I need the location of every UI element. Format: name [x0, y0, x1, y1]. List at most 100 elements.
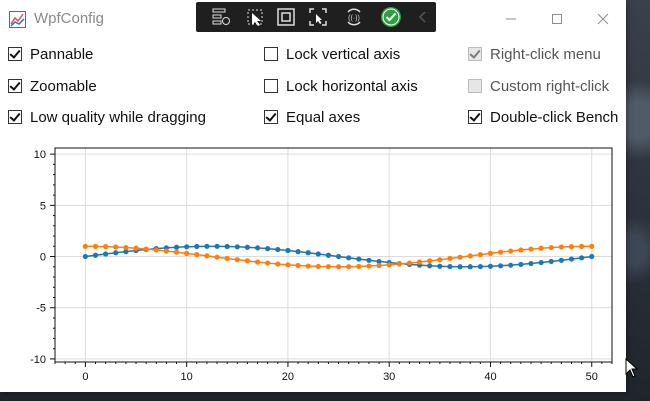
sin-data-point: [82, 253, 88, 260]
sin-data-point: [467, 264, 473, 270]
y-tick-label: 0: [40, 252, 46, 264]
maximize-icon: [552, 14, 562, 24]
y-tick-label: -10: [30, 354, 46, 366]
debug-toolbar: ((·)): [196, 2, 436, 32]
sin-data-point: [437, 263, 443, 269]
live-visual-tree-icon[interactable]: [210, 6, 232, 28]
cos-data-point: [315, 263, 321, 270]
sin-data-point: [528, 260, 534, 267]
sin-data-point: [477, 263, 483, 270]
cos-data-point: [508, 248, 514, 254]
pannable-checkbox[interactable]: Pannable: [8, 44, 93, 64]
y-tick-label: 10: [34, 149, 46, 161]
cos-data-point: [305, 263, 311, 269]
minimize-button[interactable]: [488, 0, 534, 38]
cos-data-point: [224, 255, 230, 262]
cos-data-point: [498, 249, 504, 255]
sin-data-point: [346, 255, 352, 261]
sin-data-point: [508, 262, 514, 268]
cos-data-point: [214, 254, 220, 260]
cos-data-point: [295, 262, 301, 269]
checkbox-box[interactable]: [8, 47, 22, 61]
sin-data-point: [568, 256, 575, 262]
svg-text:((·)): ((·)): [348, 15, 360, 22]
checkbox-label: Custom right-click: [490, 77, 610, 95]
checkbox-box[interactable]: [8, 79, 22, 93]
cos-data-point: [548, 244, 554, 251]
sin-data-point: [325, 252, 332, 258]
lock-horizontal-axis-checkbox[interactable]: Lock horizontal axis: [264, 76, 418, 96]
cos-data-point: [325, 264, 332, 270]
checkbox-label: Equal axes: [286, 108, 361, 126]
double-click-benchmark-checkbox[interactable]: Double-click Bench: [468, 107, 626, 127]
sin-data-point: [113, 250, 119, 256]
cos-data-point: [416, 259, 423, 265]
maximize-button[interactable]: [534, 0, 580, 38]
sin-data-point: [275, 246, 281, 253]
checkbox-box[interactable]: [264, 110, 278, 124]
cos-data-point: [528, 246, 534, 252]
x-tick-label: 50: [586, 371, 598, 383]
checkbox-label: Zoomable: [30, 77, 97, 95]
cos-data-point: [518, 247, 524, 253]
sin-data-point: [487, 263, 494, 269]
equal-axes-checkbox[interactable]: Equal axes: [264, 107, 360, 127]
cos-data-point: [356, 263, 362, 270]
cos-data-point: [265, 260, 271, 266]
x-tick-label: 20: [282, 371, 294, 383]
track-focused-element-icon[interactable]: [307, 6, 329, 28]
window-title: WpfConfig: [34, 10, 105, 27]
cos-data-point: [173, 249, 180, 255]
checkbox-label: Pannable: [30, 45, 94, 63]
cos-data-point: [447, 255, 453, 262]
plot-area[interactable]: 0 10 20 30 40 50 10 5 0 -5 -10: [0, 140, 626, 392]
collapse-toolbar-icon[interactable]: [412, 6, 434, 28]
minimize-icon: [506, 18, 516, 20]
x-tick-label: 40: [484, 371, 496, 383]
display-layout-adorners-icon[interactable]: [275, 6, 297, 28]
hot-reload-icon[interactable]: ((·)): [343, 6, 365, 28]
hot-reload-status-icon[interactable]: [380, 6, 402, 28]
checkbox-box[interactable]: [264, 47, 278, 61]
checkbox-box[interactable]: [8, 110, 22, 124]
checkbox-label: Lock horizontal axis: [286, 77, 418, 95]
sin-data-point: [173, 244, 180, 250]
cos-data-point: [92, 243, 99, 249]
checkbox-label: Low quality while dragging: [30, 108, 206, 126]
cos-data-point: [113, 244, 119, 250]
right-click-menu-checkbox[interactable]: Right-click menu: [468, 44, 601, 64]
checkbox-box[interactable]: [468, 110, 482, 124]
cos-data-point: [568, 244, 575, 250]
checkbox-box[interactable]: [264, 79, 278, 93]
custom-right-click-checkbox[interactable]: Custom right-click: [468, 76, 609, 96]
select-element-icon[interactable]: [244, 6, 266, 28]
cos-data-point: [285, 262, 291, 268]
sin-data-point: [356, 256, 362, 262]
sin-data-point: [295, 249, 301, 255]
sin-data-point: [538, 259, 544, 266]
close-button[interactable]: [580, 0, 626, 38]
cos-data-point: [376, 262, 382, 269]
sin-data-point: [234, 244, 240, 250]
checkbox-box[interactable]: [468, 79, 482, 93]
cos-data-point: [558, 244, 564, 250]
cos-data-point: [103, 244, 109, 250]
sin-data-point: [427, 263, 433, 269]
sin-data-point: [184, 244, 190, 250]
lock-vertical-axis-checkbox[interactable]: Lock vertical axis: [264, 44, 400, 64]
sin-data-point: [224, 243, 230, 250]
zoomable-checkbox[interactable]: Zoomable: [8, 76, 97, 96]
cos-data-point: [204, 253, 210, 259]
cos-data-point: [133, 245, 139, 251]
cos-data-point: [234, 257, 240, 263]
scatter-chart[interactable]: 0 10 20 30 40 501050-5-10: [0, 140, 626, 392]
low-quality-dragging-checkbox[interactable]: Low quality while dragging: [8, 107, 206, 127]
cos-data-point: [406, 260, 413, 266]
title-bar[interactable]: WpfConfig ((·)): [0, 0, 626, 38]
cos-data-point: [275, 261, 281, 267]
sin-data-point: [518, 261, 524, 268]
sin-data-point: [244, 244, 251, 250]
checkbox-box[interactable]: [468, 47, 482, 61]
cos-data-point: [477, 252, 483, 258]
x-tick-label: 10: [181, 371, 193, 383]
